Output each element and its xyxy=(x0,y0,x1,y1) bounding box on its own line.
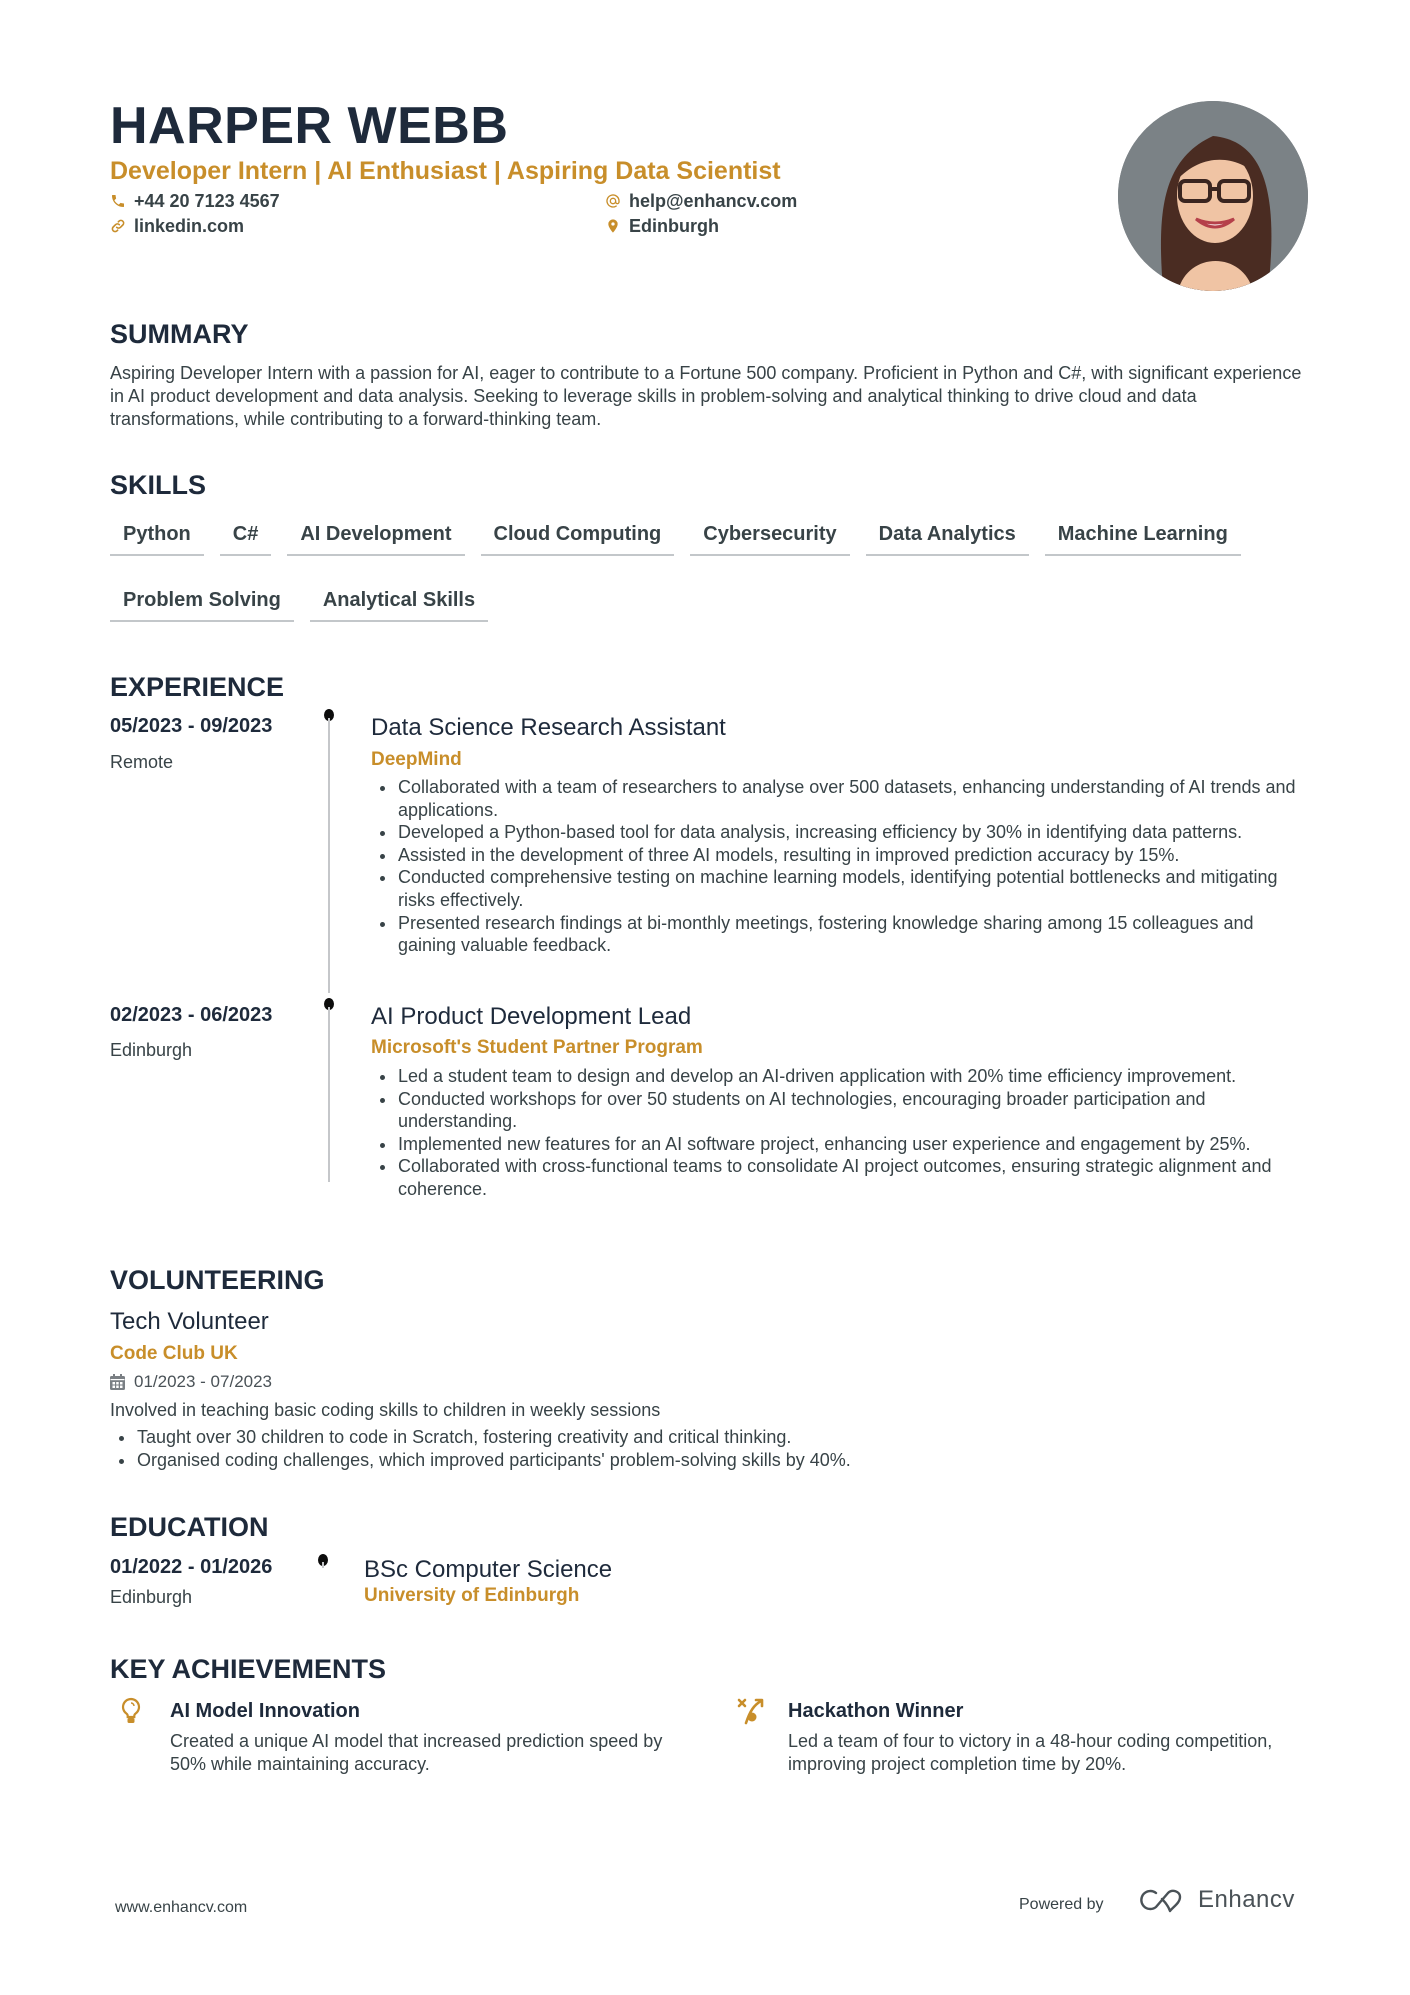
timeline-line xyxy=(328,718,330,993)
contact-email: help@enhancv.com xyxy=(605,189,797,213)
bullet-item: Conducted comprehensive testing on machi… xyxy=(371,866,1311,911)
profile-photo xyxy=(1118,101,1308,291)
job-dates: 05/2023 - 09/2023 xyxy=(110,715,273,737)
bullet-item: Presented research findings at bi-monthl… xyxy=(371,912,1311,957)
education-location: Edinburgh xyxy=(110,1587,193,1607)
job-bullets: Led a student team to design and develop… xyxy=(371,1065,1311,1201)
phone-icon xyxy=(112,195,124,207)
experience-heading: EXPERIENCE xyxy=(110,672,285,702)
headline: Developer Intern | AI Enthusiast | Aspir… xyxy=(110,157,781,185)
timeline-line xyxy=(322,1562,324,1568)
achievement-description: Created a unique AI model that increased… xyxy=(170,1731,663,1774)
bullet-item: Led a student team to design and develop… xyxy=(371,1065,1311,1088)
linkedin-link[interactable]: linkedin.com xyxy=(134,214,244,238)
achievement-title: Hackathon Winner xyxy=(788,1700,964,1722)
email-link[interactable]: help@enhancv.com xyxy=(629,189,797,213)
enhancv-logo-icon xyxy=(1140,1889,1182,1913)
calendar-icon xyxy=(110,1374,125,1390)
lightbulb-icon xyxy=(121,1697,141,1723)
bullet-item: Conducted workshops for over 50 students… xyxy=(371,1088,1311,1133)
skill-tag: Data Analytics xyxy=(865,516,1029,556)
bullet-item: Developed a Python-based tool for data a… xyxy=(371,821,1311,844)
contact-location: Edinburgh xyxy=(605,214,719,238)
job-bullets: Collaborated with a team of researchers … xyxy=(371,776,1311,957)
candidate-name: HARPER WEBB xyxy=(110,97,509,155)
volunteer-description: Involved in teaching basic coding skills… xyxy=(110,1400,661,1420)
bullet-item: Taught over 30 children to code in Scrat… xyxy=(110,1426,1110,1449)
contact-phone: +44 20 7123 4567 xyxy=(110,189,280,213)
footer-url[interactable]: www.enhancv.com xyxy=(115,1899,247,1917)
summary-heading: SUMMARY xyxy=(110,319,249,349)
location-text: Edinburgh xyxy=(629,216,719,236)
strategy-icon xyxy=(737,1698,764,1725)
job-location: Edinburgh xyxy=(110,1040,193,1060)
skill-tag: Cybersecurity xyxy=(690,516,850,556)
bullet-item: Implemented new features for an AI softw… xyxy=(371,1133,1311,1156)
achievement-item xyxy=(736,1697,766,1730)
volunteering-heading: VOLUNTEERING xyxy=(110,1265,325,1295)
volunteer-role: Tech Volunteer xyxy=(110,1308,269,1335)
skills-heading: SKILLS xyxy=(110,470,207,500)
company-name: DeepMind xyxy=(371,749,462,770)
skill-tag: AI Development xyxy=(287,516,465,556)
job-location: Remote xyxy=(110,752,174,772)
job-title: AI Product Development Lead xyxy=(371,1003,692,1030)
link-icon xyxy=(111,219,125,233)
powered-by-label: Powered by xyxy=(1019,1896,1104,1913)
skills-list: Python C# AI Development Cloud Computing… xyxy=(110,516,1310,622)
timeline-line xyxy=(328,1007,330,1182)
summary-text: Aspiring Developer Intern with a passion… xyxy=(110,363,1302,429)
achievement-item xyxy=(121,1697,141,1730)
bullet-item: Collaborated with cross-functional teams… xyxy=(371,1155,1311,1200)
phone-text[interactable]: +44 20 7123 4567 xyxy=(134,189,280,213)
volunteer-organization: Code Club UK xyxy=(110,1343,238,1364)
achievement-description: Led a team of four to victory in a 48-ho… xyxy=(788,1731,1273,1774)
contact-link: linkedin.com xyxy=(110,214,244,238)
bullet-item: Organised coding challenges, which impro… xyxy=(110,1449,1110,1472)
at-icon xyxy=(606,194,620,208)
brand-name: Enhancv xyxy=(1198,1886,1295,1913)
job-title: Data Science Research Assistant xyxy=(371,714,726,741)
volunteer-dates-row: 01/2023 - 07/2023 xyxy=(110,1370,272,1394)
volunteer-bullets: Taught over 30 children to code in Scrat… xyxy=(110,1426,1110,1471)
skill-tag: Machine Learning xyxy=(1044,516,1241,556)
enhancv-logo[interactable]: Enhancv xyxy=(1140,1886,1295,1914)
volunteer-dates: 01/2023 - 07/2023 xyxy=(134,1372,273,1391)
achievement-title: AI Model Innovation xyxy=(170,1700,360,1722)
skill-tag: Analytical Skills xyxy=(309,582,489,622)
avatar xyxy=(1118,101,1308,291)
company-name: Microsoft's Student Partner Program xyxy=(371,1037,703,1058)
school-name: University of Edinburgh xyxy=(364,1585,580,1606)
job-dates: 02/2023 - 06/2023 xyxy=(110,1004,273,1026)
education-heading: EDUCATION xyxy=(110,1512,269,1542)
map-pin-icon xyxy=(608,219,618,233)
skill-tag: Problem Solving xyxy=(110,582,294,622)
bullet-item: Assisted in the development of three AI … xyxy=(371,844,1311,867)
achievements-heading: KEY ACHIEVEMENTS xyxy=(110,1654,387,1684)
skill-tag: C# xyxy=(219,516,272,556)
skill-tag: Python xyxy=(110,516,204,556)
degree: BSc Computer Science xyxy=(364,1556,613,1583)
bullet-item: Collaborated with a team of researchers … xyxy=(371,776,1311,821)
skill-tag: Cloud Computing xyxy=(480,516,675,556)
education-dates: 01/2022 - 01/2026 xyxy=(110,1556,273,1578)
